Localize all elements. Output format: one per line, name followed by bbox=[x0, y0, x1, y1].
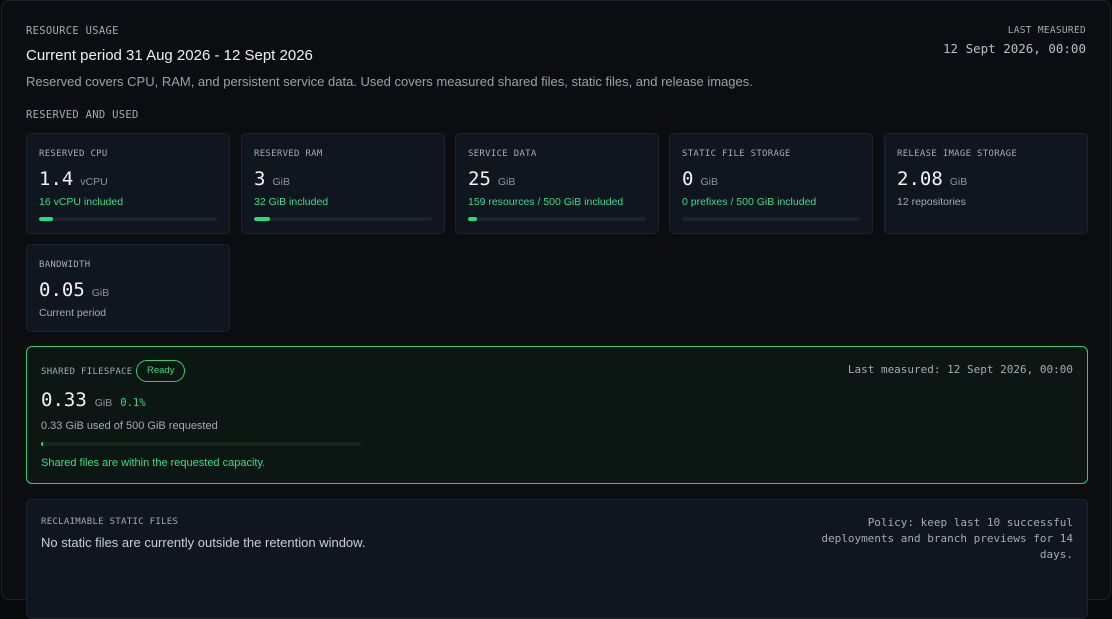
card-progress-bar bbox=[468, 217, 646, 221]
card-bandwidth: BANDWIDTH 0.05 GiB Current period bbox=[26, 244, 230, 332]
retention-policy-text: Policy: keep last 10 successful deployme… bbox=[821, 516, 1073, 561]
card-value-row: 0 GiB bbox=[682, 168, 718, 190]
card-value: 25 bbox=[468, 168, 491, 190]
card-value: 0 bbox=[682, 168, 694, 190]
reserved-used-heading: RESERVED AND USED bbox=[26, 109, 139, 121]
card-value-row: 2.08 GiB bbox=[897, 168, 967, 190]
card-value-row: 0.05 GiB bbox=[39, 279, 109, 301]
card-progress-fill bbox=[254, 217, 271, 221]
card-service-data: SERVICE DATA 25 GiB 159 resources / 500 … bbox=[455, 133, 659, 234]
card-static-file-storage: STATIC FILE STORAGE 0 GiB 0 prefixes / 5… bbox=[669, 133, 873, 234]
shared-unit: GiB bbox=[94, 397, 113, 409]
current-period: Current period 31 Aug 2026 - 12 Sept 202… bbox=[26, 47, 313, 64]
card-reserved-ram: RESERVED RAM 3 GiB 32 GiB included bbox=[241, 133, 445, 234]
last-measured-label: LAST MEASURED bbox=[1007, 25, 1086, 36]
shared-last-measured: Last measured: 12 Sept 2026, 00:00 bbox=[847, 363, 1073, 376]
resource-usage-panel: RESOURCE USAGE Current period 31 Aug 202… bbox=[1, 0, 1111, 619]
card-note: 0 prefixes / 500 GiB included bbox=[682, 196, 817, 208]
reclaimable-message: No static files are currently outside th… bbox=[41, 535, 366, 550]
card-unit: GiB bbox=[700, 176, 718, 188]
card-unit: GiB bbox=[91, 287, 110, 299]
card-unit: vCPU bbox=[80, 176, 108, 188]
card-value-row: 1.4 vCPU bbox=[39, 168, 108, 190]
card-value-row: 3 GiB bbox=[254, 168, 290, 190]
card-value: 3 bbox=[254, 168, 266, 190]
card-value: 2.08 bbox=[897, 168, 943, 190]
card-progress-bar bbox=[254, 217, 432, 221]
card-value-row: 25 GiB bbox=[468, 168, 515, 190]
card-unit: GiB bbox=[949, 176, 968, 188]
card-note: 32 GiB included bbox=[254, 196, 329, 208]
shared-value-row: 0.33 GiB 0.1% bbox=[41, 389, 146, 411]
status-badge: Ready bbox=[136, 360, 186, 382]
card-label: STATIC FILE STORAGE bbox=[682, 149, 791, 159]
card-value: 1.4 bbox=[39, 168, 74, 190]
shared-status-text: Shared files are within the requested ca… bbox=[41, 457, 266, 469]
resource-usage-heading: RESOURCE USAGE bbox=[26, 25, 119, 37]
card-note: 12 repositories bbox=[897, 196, 966, 208]
card-note: 159 resources / 500 GiB included bbox=[468, 196, 624, 208]
card-unit: GiB bbox=[497, 176, 516, 188]
card-label: RELEASE IMAGE STORAGE bbox=[897, 149, 1018, 159]
shared-progress-bar bbox=[41, 442, 361, 446]
card-unit: GiB bbox=[272, 176, 290, 188]
card-label: RESERVED RAM bbox=[254, 149, 323, 159]
shared-value: 0.33 bbox=[41, 389, 87, 411]
shared-used-text: 0.33 GiB used of 500 GiB requested bbox=[41, 420, 218, 432]
shared-progress-fill bbox=[41, 442, 43, 446]
shared-filespace-card: SHARED FILESPACE Ready Last measured: 12… bbox=[26, 346, 1088, 484]
card-note: Current period bbox=[39, 307, 107, 319]
card-label: SERVICE DATA bbox=[468, 149, 537, 159]
card-note: 16 vCPU included bbox=[39, 196, 124, 208]
card-reserved-cpu: RESERVED CPU 1.4 vCPU 16 vCPU included bbox=[26, 133, 230, 234]
shared-filespace-label: SHARED FILESPACE bbox=[41, 367, 133, 377]
card-progress-fill bbox=[468, 217, 477, 221]
card-label: RESERVED CPU bbox=[39, 149, 108, 159]
last-measured-value: 12 Sept 2026, 00:00 bbox=[943, 41, 1086, 56]
card-value: 0.05 bbox=[39, 279, 85, 301]
card-release-image-storage: RELEASE IMAGE STORAGE 2.08 GiB 12 reposi… bbox=[884, 133, 1088, 234]
card-label: BANDWIDTH bbox=[39, 260, 91, 270]
shared-percent: 0.1% bbox=[120, 397, 146, 409]
card-progress-bar bbox=[682, 217, 860, 221]
reclaimable-label: RECLAIMABLE STATIC FILES bbox=[41, 517, 179, 527]
usage-description: Reserved covers CPU, RAM, and persistent… bbox=[26, 74, 753, 89]
reclaimable-static-files-card: RECLAIMABLE STATIC FILES No static files… bbox=[26, 499, 1088, 619]
card-progress-bar bbox=[39, 217, 217, 221]
card-progress-fill bbox=[39, 217, 54, 221]
